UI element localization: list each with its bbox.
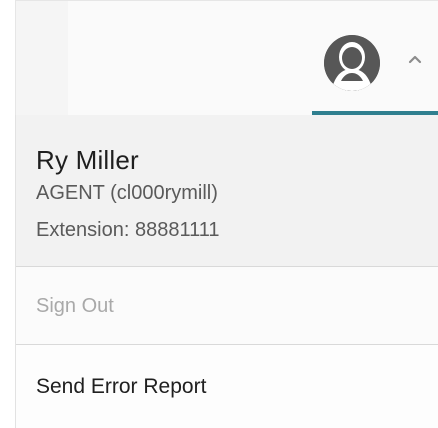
user-profile-summary: Ry Miller AGENT (cl000rymill) Extension:… xyxy=(16,115,438,267)
agent-user-menu-screen: Ry Miller AGENT (cl000rymill) Extension:… xyxy=(0,0,438,428)
top-header-bar xyxy=(15,0,438,116)
user-menu-toggle[interactable] xyxy=(312,1,438,116)
send-error-report-menu-item[interactable]: Send Error Report xyxy=(16,345,438,428)
header-left-area xyxy=(16,1,68,115)
user-name: Ry Miller xyxy=(36,145,139,175)
agent-role-id: AGENT (cl000rymill) xyxy=(36,182,218,204)
avatar[interactable] xyxy=(324,35,380,91)
agent-extension: Extension: 88881111 xyxy=(36,219,220,241)
chevron-up-icon[interactable] xyxy=(404,49,426,71)
user-dropdown-menu: Ry Miller AGENT (cl000rymill) Extension:… xyxy=(15,115,438,428)
user-silhouette-icon xyxy=(324,35,380,91)
sign-out-menu-item[interactable]: Sign Out xyxy=(16,267,438,345)
